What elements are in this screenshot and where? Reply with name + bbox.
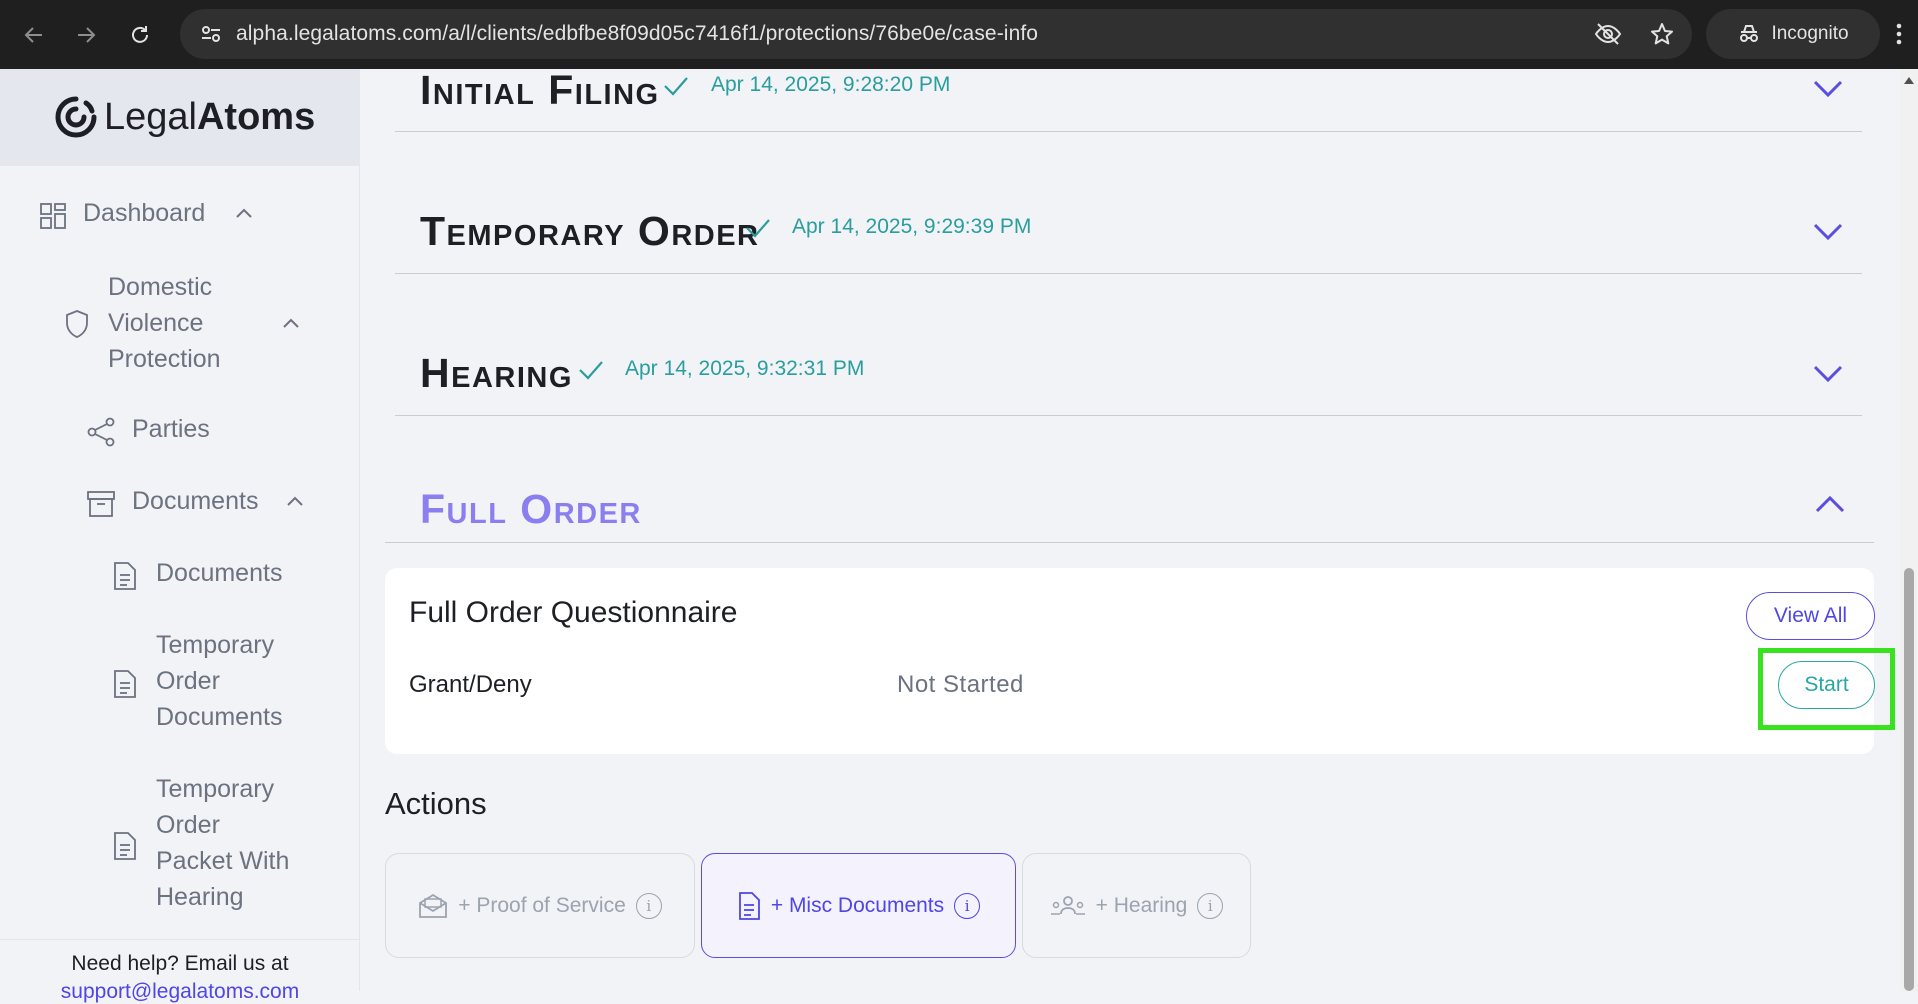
stage-full-order[interactable]: Full Order [385, 416, 1874, 543]
incognito-badge[interactable]: Incognito [1706, 9, 1880, 59]
people-group-icon [1050, 895, 1085, 915]
kebab-menu-icon [1896, 23, 1902, 45]
stage-title: Initial Filing [420, 69, 660, 113]
chevron-up-icon[interactable] [1814, 494, 1846, 514]
stage-title: Hearing [420, 350, 573, 396]
questionnaire-row-status: Not Started [897, 671, 1024, 698]
action-label: + Misc Documents [770, 893, 945, 917]
stage-date: Apr 14, 2025, 9:32:31 PM [625, 357, 865, 380]
chevron-up-icon[interactable] [282, 317, 300, 329]
browser-menu-button[interactable] [1880, 9, 1918, 59]
questionnaire-row-name: Grant/Deny [409, 671, 532, 698]
sidebar-item-domestic-violence-protection[interactable]: Domestic Violence Protection [62, 269, 322, 381]
chevron-down-icon[interactable] [1812, 364, 1844, 384]
document-icon [114, 832, 136, 860]
url-text: alpha.legalatoms.com/a/l/clients/edbfbe8… [236, 22, 1039, 45]
page-scrollbar[interactable] [1900, 69, 1918, 991]
questionnaire-title: Full Order Questionnaire [409, 596, 738, 629]
dashboard-grid-icon [40, 203, 66, 229]
proof-of-service-button[interactable]: + Proof of Service i [385, 853, 695, 958]
sidebar-item-temporary-order-documents[interactable]: Temporary Order Documents [112, 627, 332, 739]
info-icon[interactable]: i [635, 892, 662, 919]
document-icon [738, 891, 760, 920]
hearing-button[interactable]: + Hearing i [1022, 853, 1251, 958]
sidebar-item-documents[interactable]: Documents [112, 555, 332, 595]
info-icon[interactable]: i [954, 892, 981, 919]
stage-initial-filing[interactable]: Initial Filing Apr 14, 2025, 9:28:20 PM [395, 69, 1862, 132]
actions-heading: Actions [385, 786, 487, 821]
scrollbar-thumb[interactable] [1904, 568, 1914, 991]
document-icon [114, 670, 136, 698]
reload-button[interactable] [114, 0, 166, 69]
view-all-button[interactable]: View All [1746, 592, 1875, 640]
action-label: + Hearing [1095, 893, 1188, 917]
sidebar-item-label: Parties [132, 415, 210, 443]
chevron-down-icon[interactable] [1812, 222, 1844, 242]
help-email-link[interactable]: support@legalatoms.com [0, 980, 360, 1004]
envelope-open-icon [419, 893, 448, 918]
logo[interactable]: LegalAtoms [0, 69, 360, 166]
sidebar-item-label: Dashboard [83, 199, 206, 227]
chevron-up-icon[interactable] [235, 207, 253, 219]
forward-button[interactable] [60, 0, 112, 69]
sidebar-item-label: Documents [156, 559, 283, 587]
start-button[interactable]: Start [1778, 661, 1875, 709]
stage-title: Temporary Order [420, 208, 760, 254]
action-label: + Proof of Service [458, 893, 626, 917]
questionnaire-card: Full Order Questionnaire View All Grant/… [385, 568, 1895, 754]
misc-documents-button[interactable]: + Misc Documents i [701, 853, 1016, 958]
sidebar-item-documents-group[interactable]: Documents [86, 483, 326, 523]
legalatoms-logo-icon [55, 96, 97, 138]
stage-date: Apr 14, 2025, 9:29:39 PM [792, 215, 1032, 238]
sidebar-item-parties[interactable]: Parties [86, 411, 326, 451]
sidebar-item-label: Temporary Order Packet With Hearing [156, 775, 290, 911]
chevron-down-icon[interactable] [1812, 79, 1844, 99]
help-text: Need help? Email us at [71, 952, 289, 975]
incognito-label: Incognito [1771, 23, 1849, 44]
help-footer: Need help? Email us at support@legalatom… [0, 939, 360, 1004]
sidebar-item-temporary-order-packet[interactable]: Temporary Order Packet With Hearing [112, 771, 332, 919]
browser-toolbar: alpha.legalatoms.com/a/l/clients/edbfbe8… [0, 0, 1918, 69]
scroll-up-arrow-icon[interactable] [1904, 77, 1914, 84]
forward-arrow-icon [78, 26, 96, 43]
stage-title: Full Order [420, 486, 642, 532]
main-content: Initial Filing Apr 14, 2025, 9:28:20 PM … [360, 69, 1900, 991]
check-icon [579, 361, 603, 380]
eye-off-icon[interactable] [1594, 22, 1622, 46]
back-button[interactable] [8, 0, 60, 69]
shield-icon [66, 310, 88, 338]
site-info-icon[interactable] [186, 9, 236, 59]
incognito-icon [1740, 25, 1759, 42]
chevron-up-icon[interactable] [286, 495, 304, 507]
check-icon [664, 77, 688, 96]
check-icon [746, 219, 770, 238]
stage-hearing[interactable]: Hearing Apr 14, 2025, 9:32:31 PM [395, 274, 1862, 416]
info-icon[interactable]: i [1197, 892, 1224, 919]
back-arrow-icon [24, 26, 42, 43]
reload-icon [132, 25, 148, 43]
sidebar-item-dashboard[interactable]: Dashboard [40, 195, 340, 235]
sidebar-item-label: Domestic Violence Protection [108, 273, 221, 373]
bookmark-star-icon[interactable] [1650, 22, 1674, 46]
document-icon [114, 562, 136, 590]
logo-text: LegalAtoms [104, 96, 316, 138]
address-bar[interactable]: alpha.legalatoms.com/a/l/clients/edbfbe8… [180, 9, 1692, 59]
sidebar-item-label: Documents [132, 487, 259, 515]
share-nodes-icon [87, 417, 115, 447]
sidebar-item-label: Temporary Order Documents [156, 631, 283, 731]
sidebar: LegalAtoms Dashboard Domestic Violence P… [0, 69, 360, 1003]
stage-temporary-order[interactable]: Temporary Order Apr 14, 2025, 9:29:39 PM [395, 132, 1862, 274]
stage-date: Apr 14, 2025, 9:28:20 PM [711, 73, 951, 96]
archive-box-icon [87, 491, 115, 517]
